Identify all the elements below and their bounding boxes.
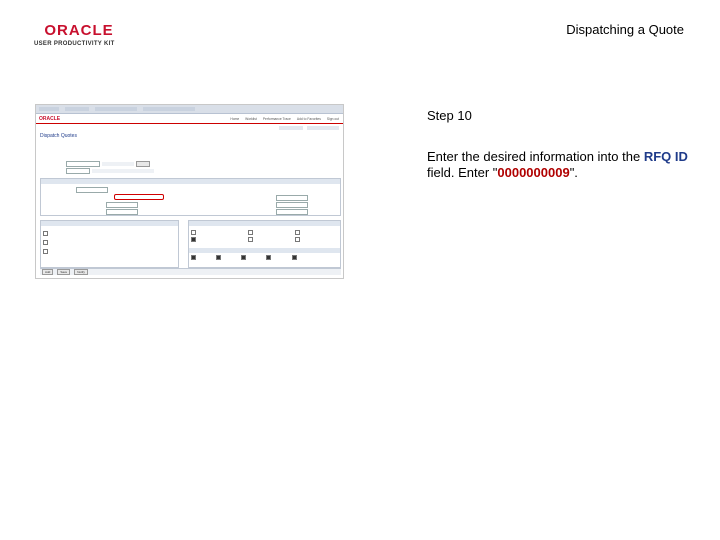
- screenshot-from-date-field[interactable]: [106, 202, 138, 208]
- screenshot-menu-favorites[interactable]: Add to Favorites: [297, 117, 321, 121]
- instruction-text: Enter the desired information into the R…: [427, 149, 697, 181]
- screenshot-buyer-field[interactable]: [106, 209, 138, 215]
- screenshot-business-unit-field[interactable]: [76, 187, 108, 193]
- screenshot-checkbox[interactable]: [248, 230, 254, 236]
- screenshot-checkbox[interactable]: [295, 237, 301, 243]
- screenshot-menu: Home Worklist Performance Trace Add to F…: [230, 117, 343, 121]
- slide-title: Dispatching a Quote: [566, 22, 684, 37]
- screenshot-save-button[interactable]: Save: [57, 269, 71, 275]
- screenshot-checkbox-checked[interactable]: [191, 255, 196, 261]
- screenshot-option-field[interactable]: [66, 161, 100, 167]
- screenshot-menu-home[interactable]: Home: [230, 117, 239, 121]
- screenshot-option-row: [66, 161, 150, 167]
- screenshot-rows-field[interactable]: [276, 209, 308, 215]
- screenshot-right-options-group: [188, 220, 341, 268]
- screenshot-rows-row: [276, 209, 308, 215]
- step-label: Step 10: [427, 108, 472, 123]
- logo-upk-text: USER PRODUCTIVITY KIT: [34, 41, 115, 47]
- screenshot-checkbox[interactable]: [295, 230, 301, 236]
- logo-oracle-text: ORACLE: [44, 22, 114, 39]
- screenshot-bottom-toolbar: Add Save Notify: [40, 268, 341, 275]
- screenshot-page-title: Dispatch Quotes: [40, 133, 77, 139]
- screenshot-through-date-row: [276, 202, 308, 208]
- screenshot-brand-bar: ORACLE Home Worklist Performance Trace A…: [36, 114, 343, 124]
- screenshot-supplier-field[interactable]: [276, 195, 308, 201]
- rfq-id-field-highlight[interactable]: [114, 194, 164, 200]
- screenshot-from-date-row: [106, 202, 138, 208]
- screenshot-group-header: [41, 179, 340, 184]
- screenshot-checkbox[interactable]: [191, 230, 196, 236]
- screenshot-supplier-row: [276, 195, 308, 201]
- instruction-middle: field. Enter ": [427, 165, 498, 180]
- instruction-prefix: Enter the desired information into the: [427, 149, 641, 164]
- screenshot-checkbox[interactable]: [43, 240, 48, 246]
- instruction-value: 0000000009: [497, 165, 570, 180]
- screenshot-checkbox-checked[interactable]: [216, 255, 222, 261]
- screenshot-language-row: [66, 168, 154, 174]
- instruction-field-name: RFQ ID: [643, 149, 688, 164]
- screenshot-menu-worklist[interactable]: Worklist: [245, 117, 257, 121]
- screenshot-menu-trace[interactable]: Performance Trace: [263, 117, 291, 121]
- screenshot-buyer-row: [106, 209, 138, 215]
- screenshot-checkbox[interactable]: [43, 231, 48, 237]
- screenshot-go-button[interactable]: [136, 161, 150, 167]
- screenshot-left-options-group: [40, 220, 179, 268]
- screenshot-checkbox-checked[interactable]: [241, 255, 247, 261]
- instruction-suffix: ".: [569, 165, 578, 180]
- screenshot-notify-button[interactable]: Notify: [74, 269, 88, 275]
- oracle-upk-logo: ORACLE USER PRODUCTIVITY KIT: [34, 22, 124, 47]
- screenshot-business-unit-row: [76, 187, 108, 193]
- screenshot-utility-links: [36, 124, 343, 131]
- screenshot-checkbox[interactable]: [248, 237, 254, 243]
- screenshot-checkbox-checked[interactable]: [191, 237, 196, 243]
- screenshot-checkbox-checked[interactable]: [291, 255, 297, 261]
- screenshot-language-select[interactable]: [66, 168, 90, 174]
- application-screenshot: ORACLE Home Worklist Performance Trace A…: [35, 104, 344, 279]
- screenshot-through-date-field[interactable]: [276, 202, 308, 208]
- screenshot-checkbox[interactable]: [43, 249, 48, 255]
- screenshot-oracle-logo: ORACLE: [39, 115, 61, 122]
- screenshot-menu-signout[interactable]: Sign out: [327, 117, 339, 121]
- screenshot-add-button[interactable]: Add: [42, 269, 54, 275]
- screenshot-breadcrumb-bar: [36, 105, 343, 114]
- screenshot-checkbox-checked[interactable]: [266, 255, 272, 261]
